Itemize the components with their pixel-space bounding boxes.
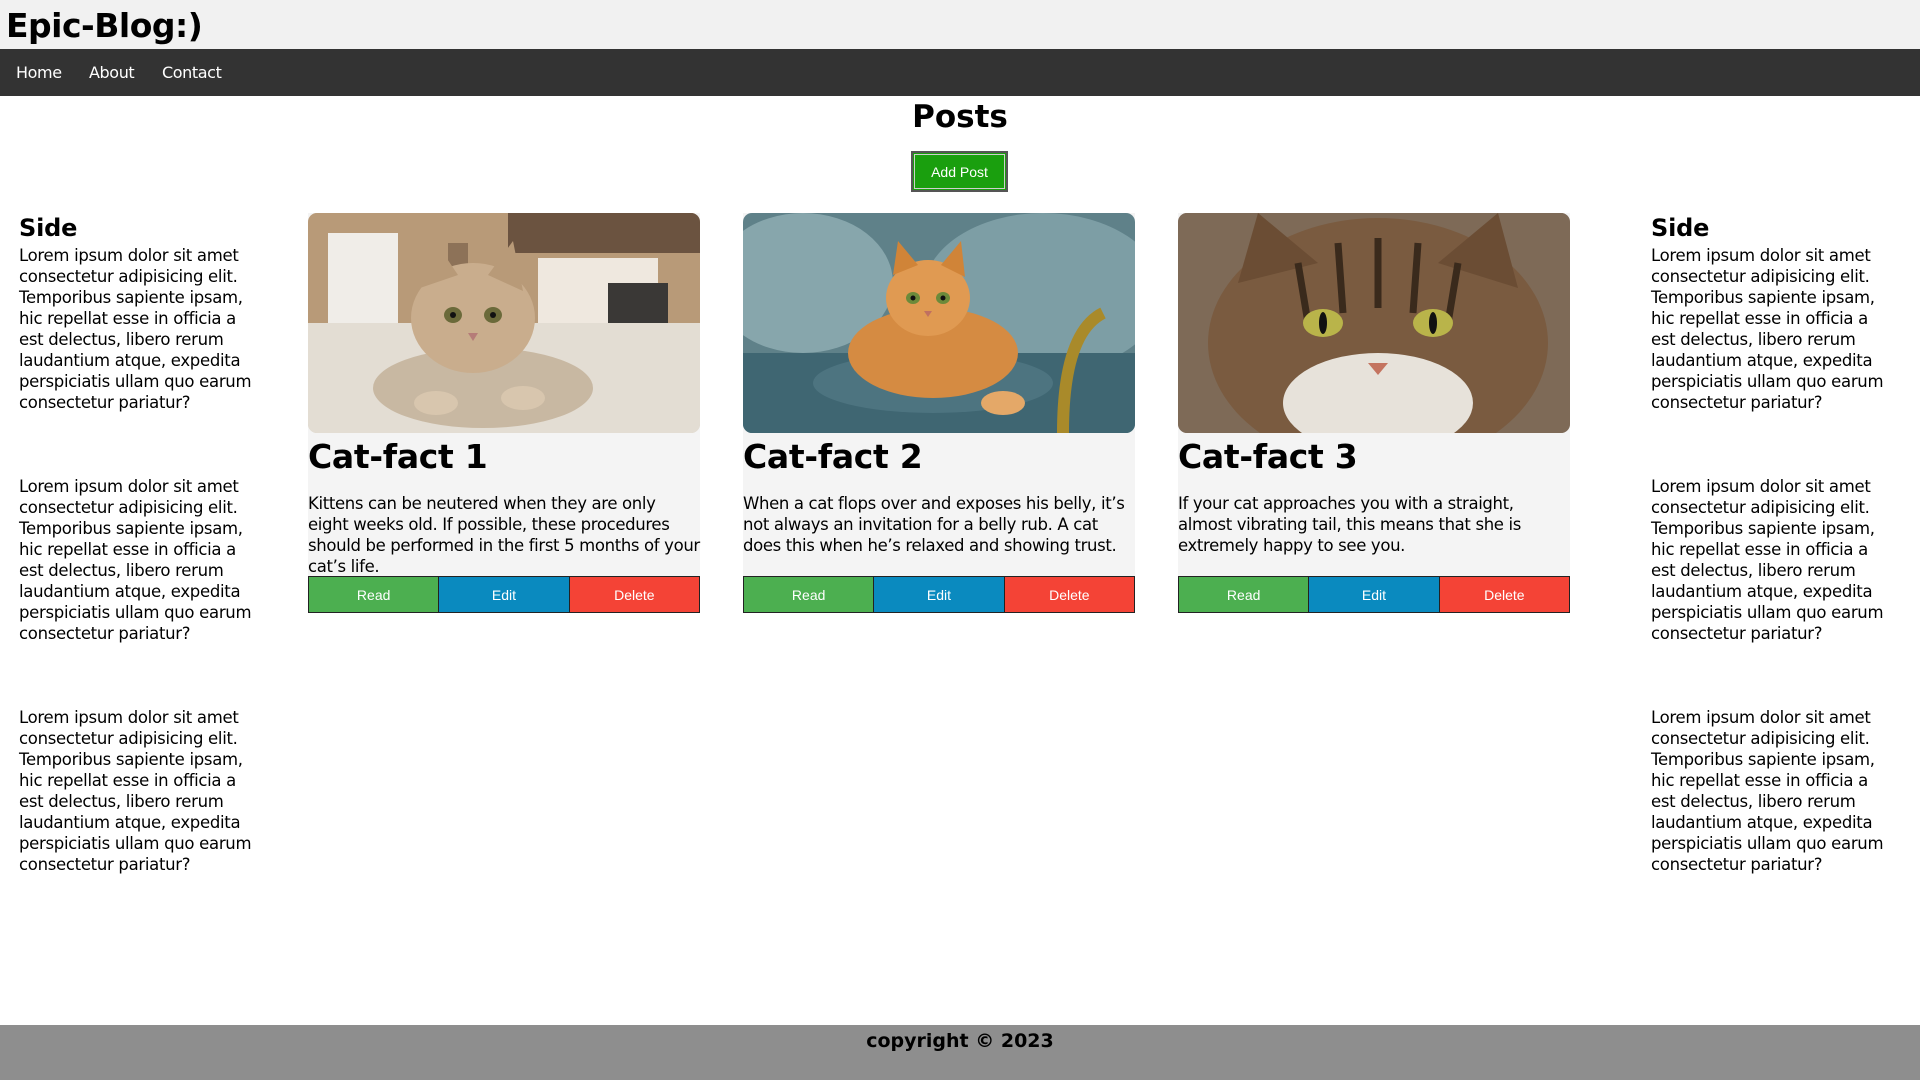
orange-cat-on-couch-image	[743, 213, 1135, 433]
sidebar-paragraph: Lorem ipsum dolor sit amet consectetur a…	[19, 708, 252, 874]
post-title: Cat-fact 2	[743, 437, 923, 476]
post-card: Cat-fact 2 When a cat flops over and exp…	[743, 213, 1135, 613]
sidebar-paragraph: Lorem ipsum dolor sit amet consectetur a…	[1651, 246, 1884, 412]
post-image	[308, 213, 700, 433]
navbar: Home About Contact	[0, 49, 1920, 96]
post-actions: Read Edit Delete	[1178, 576, 1570, 613]
post-image	[743, 213, 1135, 433]
site-footer: copyright © 2023	[0, 1025, 1920, 1080]
sidebar-paragraph: Lorem ipsum dolor sit amet consectetur a…	[19, 246, 252, 412]
copyright-text: copyright © 2023	[866, 1030, 1054, 1052]
read-button[interactable]: Read	[1179, 577, 1309, 612]
sidebar-right: Side Lorem ipsum dolor sit amet consecte…	[1651, 211, 1896, 938]
post-title: Cat-fact 3	[1178, 437, 1358, 476]
post-text: When a cat flops over and exposes his be…	[743, 494, 1125, 555]
edit-button[interactable]: Edit	[439, 577, 569, 612]
post-title: Cat-fact 1	[308, 437, 488, 476]
sidebar-paragraph: Lorem ipsum dolor sit amet consectetur a…	[1651, 477, 1884, 643]
post-actions: Read Edit Delete	[743, 576, 1135, 613]
nav-item-contact[interactable]: Contact	[162, 49, 222, 96]
post-actions: Read Edit Delete	[308, 576, 700, 613]
post-text: If your cat approaches you with a straig…	[1178, 494, 1521, 555]
delete-button[interactable]: Delete	[1439, 577, 1569, 612]
sidebar-left: Side Lorem ipsum dolor sit amet consecte…	[19, 211, 264, 938]
site-header: Epic-Blog:)	[0, 0, 1920, 49]
edit-button[interactable]: Edit	[1309, 577, 1439, 612]
post-text: Kittens can be neutered when they are on…	[308, 494, 700, 576]
site-title: Epic-Blog:)	[6, 6, 203, 45]
edit-button[interactable]: Edit	[874, 577, 1004, 612]
post-image	[1178, 213, 1570, 433]
sidebar-paragraph: Lorem ipsum dolor sit amet consectetur a…	[1651, 708, 1884, 874]
add-post-button[interactable]: Add Post	[911, 151, 1008, 192]
nav-item-about[interactable]: About	[89, 49, 135, 96]
read-button[interactable]: Read	[309, 577, 439, 612]
delete-button[interactable]: Delete	[1004, 577, 1134, 612]
read-button[interactable]: Read	[744, 577, 874, 612]
delete-button[interactable]: Delete	[569, 577, 699, 612]
post-card: Cat-fact 3 If your cat approaches you wi…	[1178, 213, 1570, 613]
tabby-cat-face-closeup-image	[1178, 213, 1570, 433]
page-title: Posts	[912, 99, 1008, 135]
sidebar-heading: Side	[1651, 214, 1710, 242]
post-card: Cat-fact 1 Kittens can be neutered when …	[308, 213, 700, 613]
sidebar-heading: Side	[19, 214, 78, 242]
nav-item-home[interactable]: Home	[16, 49, 62, 96]
sidebar-paragraph: Lorem ipsum dolor sit amet consectetur a…	[19, 477, 252, 643]
tabby-kitten-on-carpet-image	[308, 213, 700, 433]
